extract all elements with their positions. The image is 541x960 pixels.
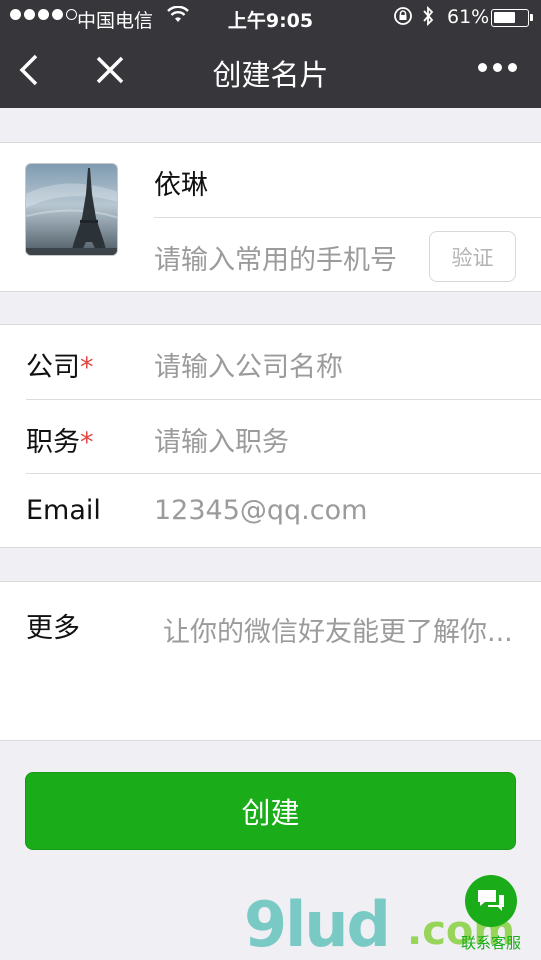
- create-button[interactable]: 创建: [25, 772, 516, 850]
- more-textarea[interactable]: 让你的微信好友能更了解你...: [163, 616, 513, 649]
- divider: [26, 473, 541, 474]
- status-bar: 中国电信 上午9:05 61%: [0, 0, 541, 36]
- rotation-lock-icon: [393, 6, 413, 31]
- eiffel-tower-photo: [26, 168, 117, 255]
- bluetooth-icon: [421, 5, 435, 32]
- email-input[interactable]: 12345@qq.com: [154, 495, 367, 526]
- profile-card: 依琳 请输入常用的手机号 验证: [0, 142, 541, 292]
- verify-button[interactable]: 验证: [429, 231, 516, 282]
- chat-bubble-icon: [478, 890, 504, 911]
- battery-percent: 61%: [447, 6, 490, 28]
- divider: [26, 399, 541, 400]
- name-text: 依琳: [154, 170, 208, 201]
- email-label: Email: [26, 495, 101, 526]
- customer-service-label[interactable]: 联系客服: [461, 932, 521, 953]
- info-fields-card: 公司* 请输入公司名称 职务* 请输入职务 Email 12345@qq.com: [0, 324, 541, 548]
- more-dots-icon: [478, 63, 487, 72]
- page-title: 创建名片: [212, 58, 329, 92]
- watermark-logo: 9lud: [244, 888, 391, 960]
- required-mark: *: [80, 427, 94, 458]
- customer-service-button[interactable]: [465, 875, 517, 927]
- more-options-button[interactable]: [478, 63, 517, 72]
- battery-icon: [491, 9, 533, 27]
- position-label: 职务*: [26, 427, 94, 458]
- position-input[interactable]: 请输入职务: [154, 420, 289, 459]
- avatar[interactable]: [25, 163, 118, 256]
- divider: [154, 217, 541, 218]
- phone-input[interactable]: 请输入常用的手机号: [154, 238, 397, 277]
- required-mark: *: [80, 352, 94, 383]
- more-info-card: 更多 让你的微信好友能更了解你...: [0, 581, 541, 741]
- company-input[interactable]: 请输入公司名称: [154, 345, 343, 384]
- top-bar: 中国电信 上午9:05 61% 创建名片: [0, 0, 541, 108]
- company-label: 公司*: [26, 352, 94, 383]
- more-label: 更多: [26, 613, 80, 644]
